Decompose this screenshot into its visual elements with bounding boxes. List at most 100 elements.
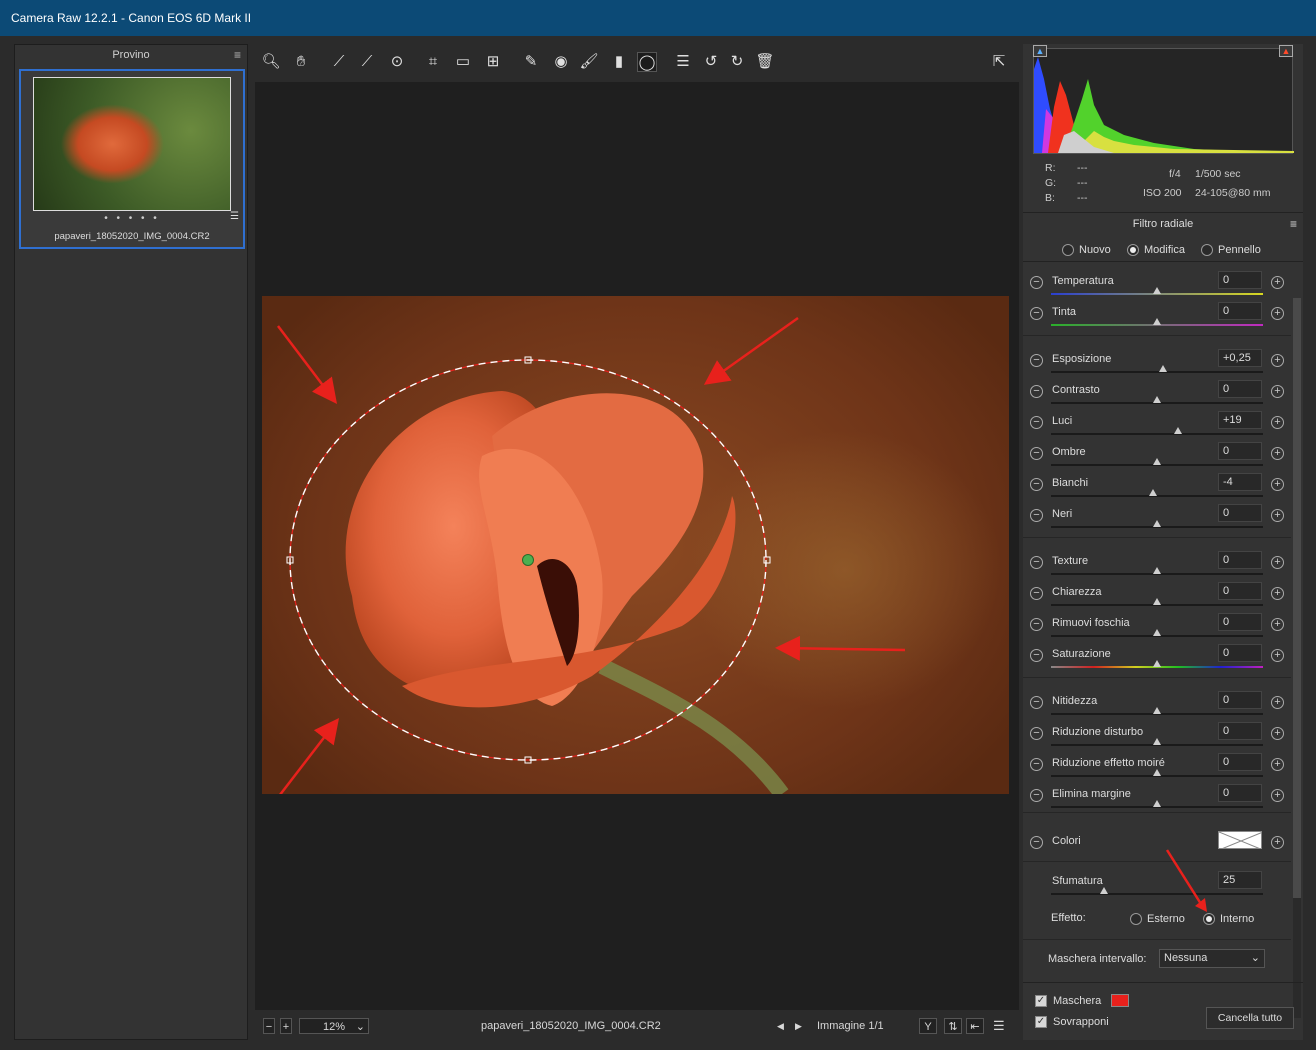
slider-thumb[interactable] [1153,598,1161,605]
slider-thumb[interactable] [1148,489,1157,496]
hand-tool-icon[interactable]: ✋︎ [291,52,311,72]
mode-new-radio[interactable] [1062,244,1074,256]
copy-settings-icon[interactable]: ⇤ [966,1018,984,1034]
scrollbar-thumb[interactable] [1293,298,1301,898]
increase-icon[interactable]: + [1271,509,1284,522]
increase-icon[interactable]: + [1271,836,1284,849]
decrease-icon[interactable]: − [1030,789,1043,802]
mask-checkbox[interactable]: ✓ [1035,995,1047,1007]
decrease-icon[interactable]: − [1030,276,1043,289]
slider-thumb[interactable] [1153,629,1161,636]
slider-value-input[interactable]: 0 [1218,722,1262,740]
transform-tool-icon[interactable]: ⊞ [483,52,503,72]
slider-thumb[interactable] [1153,567,1161,574]
slider-thumb[interactable] [1153,800,1161,807]
mask-label[interactable]: Maschera [1053,995,1101,1007]
feather-thumb[interactable] [1100,887,1108,894]
increase-icon[interactable]: + [1271,354,1284,367]
color-sampler-tool-icon[interactable]: ⟋ [357,52,377,72]
targeted-adjustment-tool-icon[interactable]: ⊙ [387,52,407,72]
slider-thumb[interactable] [1159,365,1168,372]
slider-value-input[interactable]: 0 [1218,784,1262,802]
settings-sliders-icon[interactable]: ☰ [993,1018,1011,1034]
red-eye-tool-icon[interactable]: ◉ [551,52,571,72]
increase-icon[interactable]: + [1271,276,1284,289]
range-mask-select[interactable]: Nessuna ⌄ [1159,949,1265,968]
shadow-clipping-icon[interactable]: ▲ [1033,45,1047,57]
straighten-tool-icon[interactable]: ▭ [453,52,473,72]
overlay-checkbox[interactable]: ✓ [1035,1016,1047,1028]
decrease-icon[interactable]: − [1030,556,1043,569]
poppy-photo[interactable] [262,296,1009,794]
slider-track[interactable] [1051,495,1263,497]
white-balance-tool-icon[interactable]: ⟋ [329,52,349,72]
slider-value-input[interactable]: 0 [1218,271,1262,289]
slider-thumb[interactable] [1153,520,1161,527]
slider-value-input[interactable]: 0 [1218,504,1262,522]
effect-inside-label[interactable]: Interno [1220,913,1254,925]
thumbnail-image[interactable] [33,77,231,211]
mode-edit-label[interactable]: Modifica [1144,244,1185,256]
decrease-icon[interactable]: − [1030,447,1043,460]
slider-track[interactable] [1051,433,1263,435]
decrease-icon[interactable]: − [1030,696,1043,709]
slider-thumb[interactable] [1153,738,1161,745]
mask-color-swatch[interactable] [1111,994,1129,1007]
increase-icon[interactable]: + [1271,696,1284,709]
clear-all-button[interactable]: Cancella tutto [1206,1007,1294,1029]
slider-value-input[interactable]: +19 [1218,411,1262,429]
color-picker-swatch[interactable] [1218,831,1262,849]
rotate-right-icon[interactable]: ↻ [727,52,747,72]
before-after-toggle[interactable]: Y [919,1018,937,1034]
slider-thumb[interactable] [1153,318,1161,325]
zoom-in-button[interactable]: + [280,1018,292,1034]
decrease-icon[interactable]: − [1030,836,1043,849]
increase-icon[interactable]: + [1271,727,1284,740]
increase-icon[interactable]: + [1271,416,1284,429]
slider-value-input[interactable]: 0 [1218,380,1262,398]
spot-removal-tool-icon[interactable]: ✎ [521,52,541,72]
rating-dots[interactable]: • • • • • [21,213,243,224]
increase-icon[interactable]: + [1271,556,1284,569]
increase-icon[interactable]: + [1271,478,1284,491]
decrease-icon[interactable]: − [1030,478,1043,491]
feather-value-input[interactable]: 25 [1218,871,1262,889]
overlay-label[interactable]: Sovrapponi [1053,1016,1109,1028]
next-image-icon[interactable]: ▶ [795,1018,802,1034]
increase-icon[interactable]: + [1271,618,1284,631]
slider-value-input[interactable]: 0 [1218,613,1262,631]
radial-filter-overlay[interactable] [262,296,1009,794]
slider-thumb[interactable] [1153,769,1161,776]
previous-image-icon[interactable]: ◀ [777,1018,784,1034]
increase-icon[interactable]: + [1271,307,1284,320]
decrease-icon[interactable]: − [1030,649,1043,662]
decrease-icon[interactable]: − [1030,416,1043,429]
slider-value-input[interactable]: +0,25 [1218,349,1262,367]
filmstrip-menu-icon[interactable]: ≡ [234,45,241,65]
increase-icon[interactable]: + [1271,587,1284,600]
slider-thumb[interactable] [1153,707,1161,714]
slider-value-input[interactable]: -4 [1218,473,1262,491]
effect-outside-radio[interactable] [1130,913,1142,925]
image-canvas[interactable] [255,82,1019,1010]
crop-tool-icon[interactable]: ⌗ [423,52,443,72]
slider-thumb[interactable] [1153,660,1161,667]
decrease-icon[interactable]: − [1030,509,1043,522]
decrease-icon[interactable]: − [1030,354,1043,367]
feather-track[interactable] [1051,893,1263,895]
panel-scrollbar[interactable] [1293,298,1301,1018]
panel-menu-icon[interactable]: ≡ [1290,213,1297,235]
mode-brush-radio[interactable] [1201,244,1213,256]
slider-thumb[interactable] [1153,396,1161,403]
decrease-icon[interactable]: − [1030,618,1043,631]
decrease-icon[interactable]: − [1030,307,1043,320]
increase-icon[interactable]: + [1271,649,1284,662]
increase-icon[interactable]: + [1271,447,1284,460]
mode-brush-label[interactable]: Pennello [1218,244,1261,256]
slider-value-input[interactable]: 0 [1218,551,1262,569]
slider-track[interactable] [1051,371,1263,373]
rotate-left-icon[interactable]: ↺ [701,52,721,72]
slider-value-input[interactable]: 0 [1218,302,1262,320]
graduated-filter-icon[interactable]: ▮ [609,52,629,72]
mode-edit-radio[interactable] [1127,244,1139,256]
